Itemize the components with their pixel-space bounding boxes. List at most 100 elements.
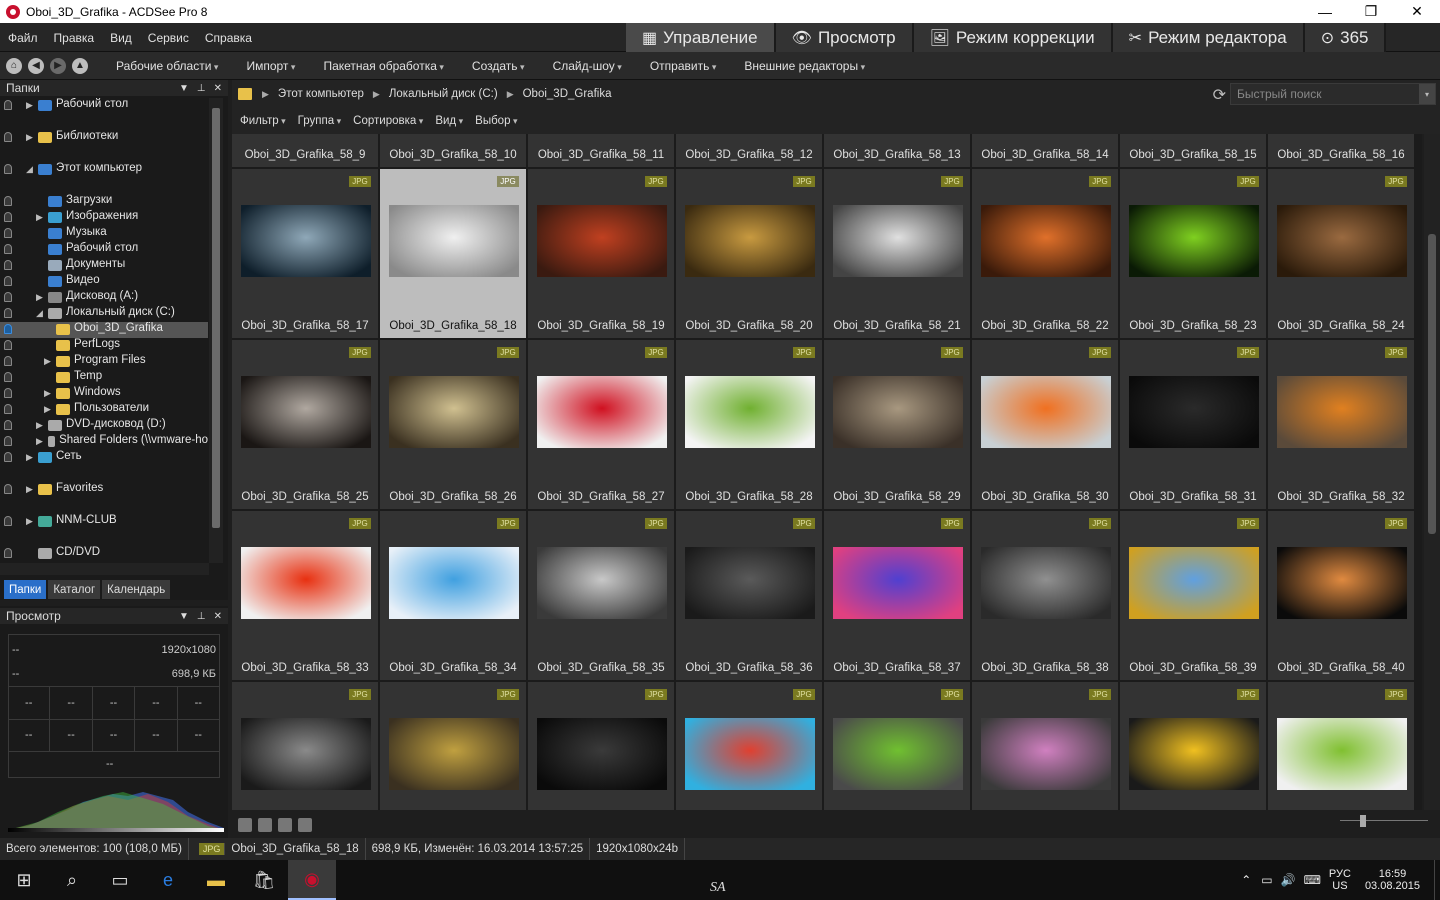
- tree-item[interactable]: ▶ NNM-CLUB: [0, 514, 208, 546]
- mode-tab-4[interactable]: ⊙ 365: [1304, 23, 1387, 52]
- mode-tab-2[interactable]: 🖼 Режим коррекции: [913, 23, 1113, 52]
- thumbnail-item[interactable]: JPG Oboi_3D_Grafika_58_39: [1120, 511, 1266, 680]
- thumbnail-item[interactable]: JPGOboi_3D_Grafika_58_42: [380, 682, 526, 810]
- rotate-left-icon[interactable]: [258, 818, 272, 832]
- pin-icon[interactable]: [4, 420, 12, 430]
- pane-menu-icon[interactable]: ▼: [179, 83, 189, 94]
- expand-icon[interactable]: ◢: [36, 308, 43, 319]
- pin-icon[interactable]: [4, 516, 12, 526]
- expand-icon[interactable]: ▶: [44, 356, 51, 367]
- expand-icon[interactable]: ▶: [44, 388, 51, 399]
- store-icon[interactable]: 🛍: [240, 860, 288, 900]
- thumbnail-image[interactable]: [1277, 205, 1407, 277]
- expand-icon[interactable]: ▶: [26, 132, 33, 143]
- tree-item[interactable]: ▶ Windows: [0, 386, 208, 402]
- expand-icon[interactable]: ▶: [26, 516, 33, 527]
- expand-icon[interactable]: ▶: [26, 484, 33, 495]
- pane-close-icon[interactable]: ✕: [214, 611, 222, 622]
- up-icon[interactable]: ▲: [72, 57, 88, 74]
- clock[interactable]: 16:59 03.08.2015: [1365, 868, 1420, 892]
- pin-icon[interactable]: [4, 308, 12, 318]
- thumbnail-item[interactable]: JPGOboi_3D_Grafika_58_46: [972, 682, 1118, 810]
- filter-menu-2[interactable]: Сортировка: [347, 115, 429, 127]
- thumbnail-item[interactable]: JPGOboi_3D_Grafika_58_44: [676, 682, 822, 810]
- menu-0[interactable]: Файл: [0, 31, 46, 45]
- tree-item[interactable]: Видео: [0, 274, 208, 290]
- thumbnail-item[interactable]: JPG Oboi_3D_Grafika_58_30: [972, 340, 1118, 509]
- filter-menu-1[interactable]: Группа: [292, 115, 347, 127]
- menu-1[interactable]: Правка: [46, 31, 103, 45]
- volume-icon[interactable]: 🔊: [1281, 873, 1296, 887]
- folder-tree-scrollbar[interactable]: [209, 98, 223, 563]
- thumbnail-image[interactable]: [981, 205, 1111, 277]
- mode-tab-3[interactable]: ✂ Режим редактора: [1112, 23, 1305, 52]
- keyboard-icon[interactable]: ⌨: [1304, 873, 1321, 887]
- tree-item[interactable]: Документы: [0, 258, 208, 274]
- tree-item[interactable]: ▶ Favorites: [0, 482, 208, 514]
- thumbnail-image[interactable]: [981, 547, 1111, 619]
- thumbnail-item[interactable]: JPG Oboi_3D_Grafika_58_27: [528, 340, 674, 509]
- thumbnail-item[interactable]: JPG Oboi_3D_Grafika_58_35: [528, 511, 674, 680]
- thumbnail-image[interactable]: [981, 376, 1111, 448]
- maximize-button[interactable]: ❐: [1348, 0, 1394, 23]
- thumbnail-item[interactable]: JPG Oboi_3D_Grafika_58_40: [1268, 511, 1414, 680]
- quick-search-input[interactable]: Быстрый поиск ▾: [1230, 83, 1436, 105]
- thumbnail-image[interactable]: [389, 205, 519, 277]
- pin-icon[interactable]: [4, 356, 12, 366]
- expand-icon[interactable]: ▶: [26, 100, 33, 111]
- task-view-icon[interactable]: ▭: [96, 860, 144, 900]
- expand-icon[interactable]: ▶: [36, 436, 43, 447]
- thumbnail-item[interactable]: JPG Oboi_3D_Grafika_58_33: [232, 511, 378, 680]
- thumbnail-image[interactable]: [389, 718, 519, 790]
- thumbnail-item[interactable]: JPGOboi_3D_Grafika_58_47: [1120, 682, 1266, 810]
- tree-item[interactable]: ▶ Изображения: [0, 210, 208, 226]
- thumbnail-item[interactable]: JPG Oboi_3D_Grafika_58_29: [824, 340, 970, 509]
- pin-icon[interactable]: [4, 196, 12, 206]
- tree-item[interactable]: Temp: [0, 370, 208, 386]
- thumbnail-image[interactable]: [1129, 205, 1259, 277]
- thumbnail-item[interactable]: JPG Oboi_3D_Grafika_58_21: [824, 169, 970, 338]
- thumbnail-image[interactable]: [685, 376, 815, 448]
- toolbar-menu-0[interactable]: Рабочие области: [102, 59, 232, 73]
- thumbnail-image[interactable]: [1277, 718, 1407, 790]
- pin-icon[interactable]: [4, 324, 12, 334]
- thumbnail-image[interactable]: [241, 718, 371, 790]
- tree-item[interactable]: ▶ Program Files: [0, 354, 208, 370]
- chevron-down-icon[interactable]: ▾: [1419, 84, 1435, 104]
- pin-icon[interactable]: [4, 404, 12, 414]
- pin-icon[interactable]: [4, 484, 12, 494]
- pane-menu-icon[interactable]: ▼: [179, 611, 189, 622]
- tree-item[interactable]: Загрузки: [0, 194, 208, 210]
- thumbnail-image[interactable]: [389, 547, 519, 619]
- thumbnail-item[interactable]: Oboi_3D_Grafika_58_16: [1268, 134, 1414, 167]
- pin-icon[interactable]: [4, 228, 12, 238]
- mode-tab-0[interactable]: ▦ Управление: [626, 23, 776, 52]
- thumbnail-item[interactable]: JPG Oboi_3D_Grafika_58_34: [380, 511, 526, 680]
- left-tab-2[interactable]: Календарь: [102, 580, 171, 599]
- thumbnail-item[interactable]: JPG Oboi_3D_Grafika_58_18: [380, 169, 526, 338]
- pin-icon[interactable]: [4, 388, 12, 398]
- left-tab-1[interactable]: Каталог: [48, 580, 101, 599]
- thumbnail-item[interactable]: JPG Oboi_3D_Grafika_58_31: [1120, 340, 1266, 509]
- tree-item[interactable]: ▶ Shared Folders (\\vmware-ho: [0, 434, 208, 450]
- tree-item[interactable]: ▶ Дисковод (A:): [0, 290, 208, 306]
- pin-icon[interactable]: [4, 372, 12, 382]
- thumbnail-item[interactable]: JPGOboi_3D_Grafika_58_41: [232, 682, 378, 810]
- pin-icon[interactable]: [4, 452, 12, 462]
- pin-icon[interactable]: ⊥: [197, 83, 206, 94]
- thumbnail-item[interactable]: JPG Oboi_3D_Grafika_58_23: [1120, 169, 1266, 338]
- thumbnail-image[interactable]: [389, 376, 519, 448]
- tree-item[interactable]: PerfLogs: [0, 338, 208, 354]
- toolbar-menu-2[interactable]: Пакетная обработка: [309, 59, 457, 73]
- toolbar-menu-6[interactable]: Внешние редакторы: [730, 59, 879, 73]
- thumbnail-image[interactable]: [981, 718, 1111, 790]
- pane-close-icon[interactable]: ✕: [214, 83, 222, 94]
- expand-icon[interactable]: ▶: [36, 420, 43, 431]
- pin-icon[interactable]: [4, 212, 12, 222]
- back-icon[interactable]: ◀: [28, 57, 44, 74]
- thumbnail-item[interactable]: Oboi_3D_Grafika_58_12: [676, 134, 822, 167]
- folder-tree[interactable]: ▶ Рабочий стол ▶ Библиотеки ◢ Этот компьютер З…: [0, 98, 208, 563]
- pin-icon[interactable]: [4, 548, 12, 558]
- thumbnail-image[interactable]: [1277, 376, 1407, 448]
- pin-icon[interactable]: [4, 244, 12, 254]
